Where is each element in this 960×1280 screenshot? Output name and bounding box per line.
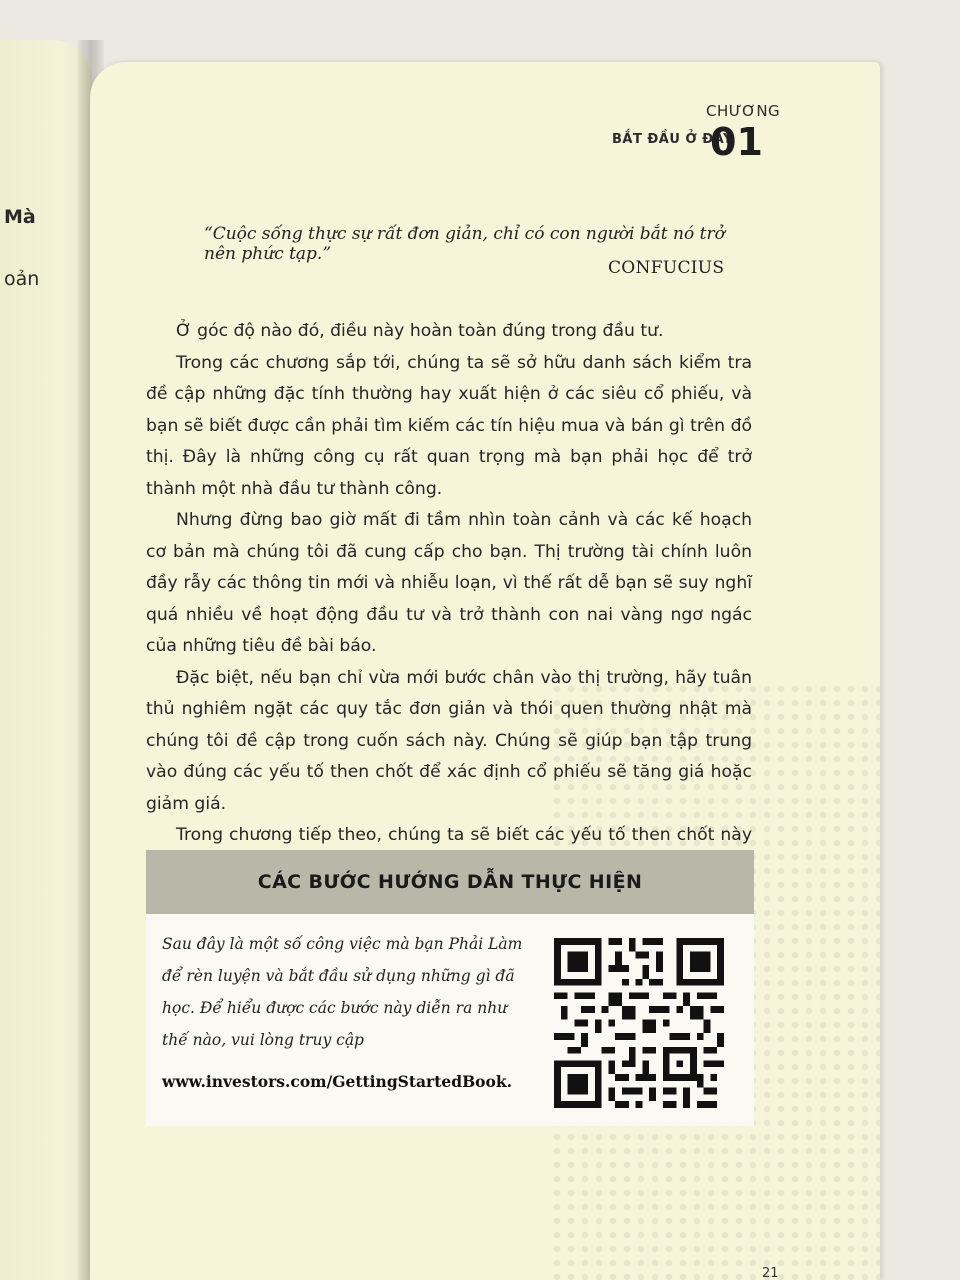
chapter-number: 01 [710, 120, 763, 164]
previous-page-fragment: Mà [4, 206, 36, 228]
qr-code-icon [554, 938, 724, 1108]
steps-box: Sau đây là một số công việc mà bạn Phải … [146, 914, 754, 1126]
epigraph-author: CONFUCIUS [608, 258, 725, 278]
page-number: 21 [762, 1266, 779, 1280]
steps-url: www.investors.com/GettingStartedBook. [162, 1072, 512, 1091]
paragraph: Ở góc độ nào đó, điều này hoàn toàn đúng… [176, 321, 664, 341]
paragraph: Đặc biệt, nếu bạn chỉ vừa mới bước chân … [146, 667, 752, 814]
steps-text: Sau đây là một số công việc mà bạn Phải … [162, 935, 523, 1049]
body-text: Ở góc độ nào đó, điều này hoàn toàn đúng… [146, 316, 752, 883]
chapter-label: CHƯƠNG [706, 102, 781, 120]
paragraph: Trong các chương sắp tới, chúng ta sẽ sở… [146, 352, 752, 499]
steps-title: CÁC BƯỚC HƯỚNG DẪN THỰC HIỆN [257, 871, 643, 893]
paragraph: Nhưng đừng bao giờ mất đi tầm nhìn toàn … [146, 510, 752, 656]
book-page: CHƯƠNG BẮT ĐẦU Ở ĐÂY 01 “Cuộc sống thực … [90, 62, 880, 1280]
previous-page-fragment: oản [4, 268, 40, 290]
steps-banner: CÁC BƯỚC HƯỚNG DẪN THỰC HIỆN [146, 850, 754, 914]
